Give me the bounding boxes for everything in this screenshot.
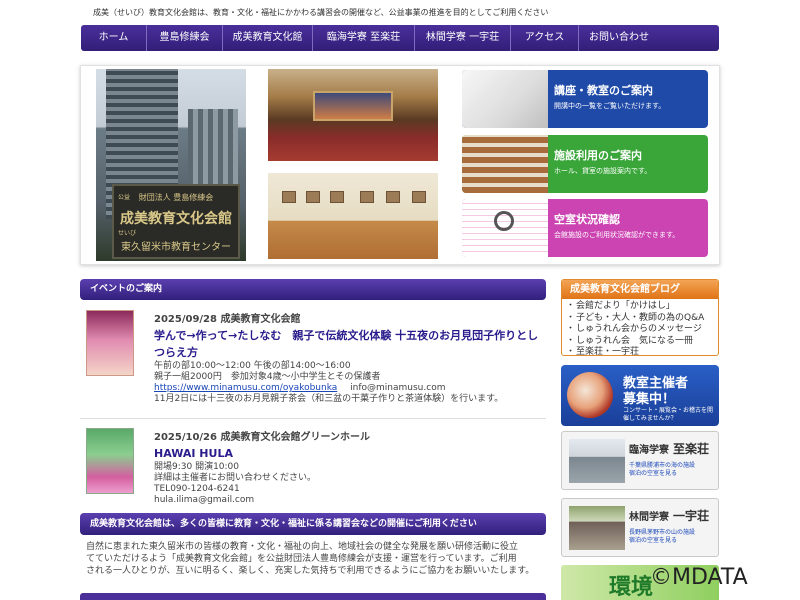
event-title[interactable]: 学んで→作って→たしなむ 親子で伝統文化体験 十五夜のお月見団子作りとしつらえ方 — [154, 327, 539, 361]
nav-contact[interactable]: お問い合わせ — [579, 25, 659, 51]
events-heading: イベントのご案内 — [80, 279, 546, 300]
event-title[interactable]: HAWAI HULA — [154, 445, 539, 462]
lodge-photo — [569, 506, 625, 550]
hero-banner: 公益 財団法人 豊島修練会 成美教育文化会館 せいび 東久留米市教育センター 講… — [80, 65, 720, 265]
info-heading: 成美教育文化会館は、多くの皆様に教育・文化・福祉に係る講習会などの開催にご利用く… — [80, 513, 546, 535]
card-facilities-title: 施設利用のご案内 — [554, 149, 642, 162]
card-courses-subtitle: 開講中の一覧をご覧いただけます。 — [554, 102, 666, 110]
event-item: 2025/10/26 成美教育文化会館グリーンホール HAWAI HULA 開場… — [80, 428, 546, 505]
event-divider — [80, 418, 546, 419]
nav-home[interactable]: ホーム — [81, 25, 147, 51]
event-email: info@minamusu.com — [350, 383, 446, 393]
recruit-banner[interactable]: 教室主催者 募集中！ コンサート・展覧会・お稽古を開催してみませんか？ — [561, 365, 719, 426]
event-contact-line: https://www.minamusu.com/oyakobunka info… — [154, 383, 539, 394]
blog-box: 成美教育文化会館ブログ 会館だより「かけはし」 子ども・大人・教師の為のQ&A … — [561, 279, 719, 356]
blog-link[interactable]: 会館だより「かけはし」 — [562, 301, 718, 313]
card-availability-subtitle: 会館施設のご利用状況確認ができます。 — [554, 231, 680, 239]
availability-thumbnail — [462, 199, 548, 257]
info-paragraph: 自然に恵まれた東久留米市の皆様の教育・文化・福祉の向上、地域社会の健全な発展を願… — [86, 542, 535, 576]
magnifier-icon — [494, 211, 514, 231]
lodge-photo — [569, 439, 625, 483]
event-flyer-image[interactable] — [86, 310, 134, 376]
recruit-subtitle: コンサート・展覧会・お稽古を開催してみませんか？ — [623, 407, 714, 422]
nav-rinkai-gakuryo[interactable]: 臨海学寮 至楽荘 — [313, 25, 415, 51]
main-nav: ホーム 豊島修練会 成美教育文化館 臨海学寮 至楽荘 林間学寮 一宇荘 アクセス… — [81, 25, 719, 51]
event-detail: 詳細は主催者にお問い合わせください。 — [154, 473, 317, 483]
blog-link[interactable]: しゅうれん会からのメッセージ — [562, 324, 718, 336]
card-courses-title: 講座・教室のご案内 — [554, 84, 653, 97]
recruit-title-2: 募集中！ — [623, 392, 676, 407]
event-date: 2025/10/26 成美教育文化会館グリーンホール — [154, 432, 370, 443]
event-website-link[interactable]: https://www.minamusu.com/oyakobunka — [154, 383, 337, 393]
blog-link[interactable]: 子ども・大人・教師の為のQ&A — [562, 313, 718, 325]
event-date: 2025/09/28 成美教育文化会館 — [154, 314, 301, 325]
nav-toshima-shurenkai[interactable]: 豊島修練会 — [147, 25, 223, 51]
facilities-thumbnail — [462, 135, 548, 193]
watermark: ©MDATA — [650, 565, 748, 590]
card-availability[interactable]: 空室状況確認 会館施設のご利用状況確認ができます。 — [462, 199, 708, 257]
event-note: 11月2日には十三夜のお月見親子茶会（和三盆の干菓子作りと茶道体験）を行います。 — [154, 394, 504, 404]
hall-photo — [268, 69, 438, 161]
site-tagline: 成美（せいび）教育文化会館は、教育・文化・福祉にかかわる講習会の開催など、公益事… — [93, 8, 549, 17]
event-item: 2025/09/28 成美教育文化会館 学んで→作って→たしなむ 親子で伝統文化… — [80, 310, 546, 415]
lodge-shirakuso-banner[interactable]: 臨海学寮 至楽荘 千葉県勝浦市の海の施設 宿泊の空室を見る — [561, 431, 719, 490]
nav-access[interactable]: アクセス — [511, 25, 579, 51]
event-detail: 午前の部10:00〜12:00 午後の部14:00〜16:00 — [154, 361, 351, 371]
lodge-name: 一宇荘 — [673, 509, 710, 523]
building-sign: 公益 財団法人 豊島修練会 成美教育文化会館 せいび 東久留米市教育センター — [112, 184, 240, 259]
event-detail: 親子一組2000円 参加対象4歳〜小中学生とその保護者 — [154, 372, 381, 382]
blog-link[interactable]: しゅうれん会 気になる一冊 — [562, 336, 718, 348]
card-facilities-subtitle: ホール、貸室の施設案内です。 — [554, 167, 652, 175]
card-courses[interactable]: 講座・教室のご案内 開講中の一覧をご覧いただけます。 — [462, 70, 708, 128]
lodge-name: 至楽荘 — [673, 442, 710, 456]
blog-link[interactable]: 至楽荘・一宇荘 — [562, 347, 718, 355]
gallery-photo — [268, 173, 438, 259]
building-photo: 公益 財団法人 豊島修練会 成美教育文化会館 せいび 東久留米市教育センター — [96, 69, 246, 261]
mascot-image — [567, 372, 613, 418]
page: { "header": { "tagline": "成美（せいび）教育文化会館は… — [0, 0, 800, 600]
card-availability-title: 空室状況確認 — [554, 213, 620, 226]
card-facilities[interactable]: 施設利用のご案内 ホール、貸室の施設案内です。 — [462, 135, 708, 193]
event-detail: TEL090-1204-6241 — [154, 484, 240, 494]
environment-label: 環境 — [609, 574, 654, 600]
courses-thumbnail — [462, 70, 548, 128]
event-detail: 開場9:30 開演10:00 — [154, 462, 240, 472]
event-flyer-image[interactable] — [86, 428, 134, 494]
blog-title[interactable]: 成美教育文化会館ブログ — [562, 280, 718, 299]
nav-rinkan-gakuryo[interactable]: 林間学寮 一宇荘 — [415, 25, 511, 51]
nav-seibi-kyoiku-bunkakan[interactable]: 成美教育文化館 — [223, 25, 313, 51]
next-section-bar — [80, 593, 546, 600]
lodge-ichiuso-banner[interactable]: 林間学寮 一宇荘 長野県茅野市の山の施設 宿泊の空室を見る — [561, 498, 719, 557]
event-detail: hula.ilima@gmail.com — [154, 495, 255, 505]
